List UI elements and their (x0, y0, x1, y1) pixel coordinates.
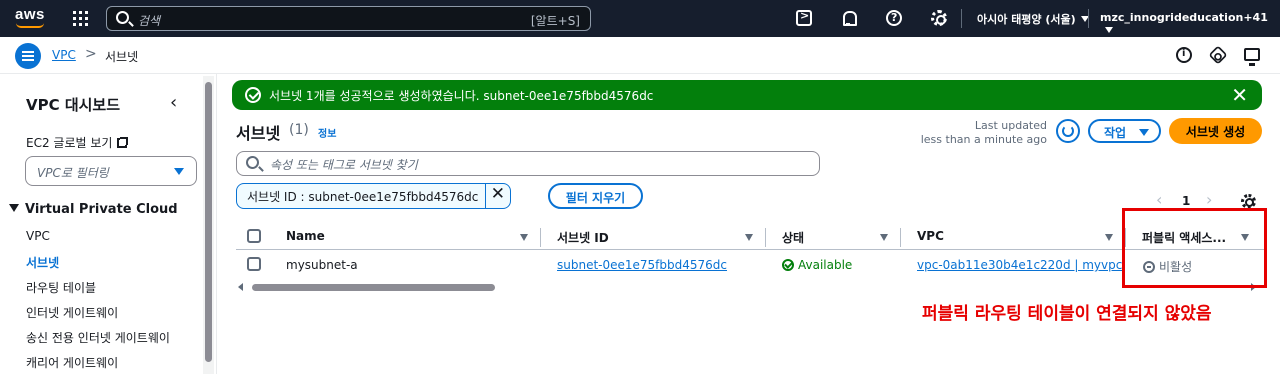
page-title: 서브넷 (236, 124, 281, 143)
annotation-highlight-box (1122, 208, 1267, 288)
success-check-icon (245, 87, 261, 103)
subnet-search-placeholder: 속성 또는 태그로 서브넷 찾기 (270, 158, 418, 172)
nav-divider (961, 9, 962, 28)
sidebar-item-subnets[interactable]: 서브넷 (26, 254, 59, 271)
sidebar-item-route-tables[interactable]: 라우팅 테이블 (26, 279, 96, 296)
column-header-name[interactable]: Name (286, 229, 325, 243)
last-updated-value: less than a minute ago (920, 133, 1047, 146)
actions-label: 작업 (1104, 126, 1127, 140)
services-grid-icon[interactable] (73, 11, 88, 26)
create-subnet-button[interactable]: 서브넷 생성 (1169, 118, 1262, 144)
menu-hamburger-icon[interactable] (15, 43, 41, 69)
last-updated: Last updated less than a minute ago (900, 119, 1047, 147)
annotation-text: 퍼블릭 라우팅 테이블이 연결되지 않았음 (922, 304, 1212, 324)
current-page[interactable]: 1 (1182, 194, 1190, 208)
search-placeholder: 검색 (138, 14, 161, 28)
vpc-filter-select[interactable]: VPC로 필터링 (25, 156, 197, 186)
actions-button[interactable]: 작업 (1088, 119, 1161, 143)
sidebar-collapse-icon[interactable]: ‹ (170, 92, 177, 113)
sidebar-item-egress-only-igw[interactable]: 송신 전용 인터넷 게이트웨이 (26, 329, 170, 346)
row-select-checkbox[interactable] (247, 257, 261, 271)
sidebar-item-vpc[interactable]: VPC (26, 229, 50, 243)
breadcrumb-separator: > (85, 46, 97, 62)
aws-logo-text: aws (15, 6, 45, 23)
info-panel-icon[interactable] (1176, 47, 1192, 63)
search-shortcut: [알트+S] (530, 14, 580, 28)
cell-vpc-link[interactable]: vpc-0ab11e30b4e1c220d | myvpc (917, 258, 1122, 272)
cell-name: mysubnet-a (286, 258, 358, 272)
notifications-bell-icon[interactable] (840, 10, 857, 26)
notifications-panel-icon[interactable] (1208, 45, 1228, 65)
column-header-subnet-id[interactable]: 서브넷 ID (557, 229, 609, 246)
ec2-global-view-link[interactable]: EC2 글로벌 보기 (26, 134, 129, 151)
refresh-button[interactable] (1056, 119, 1080, 143)
table-preferences-gear-icon[interactable] (1241, 194, 1256, 209)
sidebar-section-vpc[interactable]: Virtual Private Cloud (9, 202, 178, 217)
search-icon (246, 156, 259, 169)
table-header: Name 서브넷 ID 상태 VPC 퍼블릭 액세스... (236, 224, 1266, 250)
sidebar-item-internet-gateways[interactable]: 인터넷 게이트웨이 (26, 304, 118, 321)
search-icon (116, 11, 129, 24)
flash-close-icon[interactable]: ✕ (1231, 83, 1248, 107)
nav-divider (1088, 9, 1089, 28)
sidebar-section-label: Virtual Private Cloud (25, 202, 178, 217)
info-link[interactable]: 정보 (318, 125, 336, 140)
vpc-filter-placeholder: VPC로 필터링 (37, 166, 109, 180)
breadcrumb-bar: VPC > 서브넷 (0, 37, 1280, 74)
global-search-input[interactable]: 검색 [알트+S] (106, 6, 591, 31)
flash-message: 서브넷 1개를 성공적으로 생성하였습니다. subnet-0ee1e75fbb… (269, 89, 654, 103)
chevron-down-icon (1139, 129, 1149, 136)
settings-gear-icon[interactable] (931, 10, 947, 26)
section-expand-icon (9, 204, 19, 212)
cell-subnet-id-link[interactable]: subnet-0ee1e75fbbd4576dc (557, 258, 727, 272)
region-selector[interactable]: 아시아 태평양 (서울) (977, 11, 1089, 27)
help-icon[interactable] (886, 10, 902, 26)
subnet-search-input[interactable]: 속성 또는 태그로 서브넷 찾기 (236, 151, 820, 176)
aws-smile-icon (16, 23, 44, 28)
scroll-left-icon[interactable] (238, 283, 243, 291)
account-menu[interactable]: mzc_innogrideducation+41 (1100, 11, 1280, 37)
sort-icon[interactable] (745, 234, 753, 241)
subnet-count: (1) (289, 122, 309, 138)
column-header-vpc[interactable]: VPC (917, 229, 944, 243)
filter-token: 서브넷 ID : subnet-0ee1e75fbbd4576dc ✕ (236, 183, 511, 209)
column-divider[interactable] (900, 228, 901, 247)
cell-state: Available (782, 258, 852, 272)
table-horizontal-scrollbar[interactable] (252, 284, 495, 291)
last-updated-label: Last updated (974, 119, 1047, 132)
sort-icon[interactable] (520, 234, 528, 241)
chevron-down-icon (174, 168, 184, 175)
breadcrumb-current: 서브넷 (105, 50, 139, 64)
column-divider[interactable] (765, 228, 766, 247)
top-navigation: aws 검색 [알트+S] 아시아 태평양 (서울) mzc_innogride… (0, 0, 1280, 37)
filter-token-label: 서브넷 ID : subnet-0ee1e75fbbd4576dc (237, 184, 486, 208)
column-header-state[interactable]: 상태 (782, 229, 804, 246)
clear-filters-button[interactable]: 필터 지우기 (548, 183, 643, 209)
sort-icon[interactable] (1105, 234, 1113, 241)
sidebar-title[interactable]: VPC 대시보드 (26, 94, 120, 115)
sidebar-scrollbar[interactable] (205, 82, 212, 362)
chevron-down-icon (1105, 27, 1113, 33)
aws-logo[interactable]: aws (14, 6, 48, 30)
select-all-checkbox[interactable] (247, 229, 261, 243)
ec2-global-view-label: EC2 글로벌 보기 (26, 136, 113, 150)
available-status-icon (782, 259, 794, 271)
cloudshell-icon[interactable] (796, 9, 812, 26)
external-link-icon (117, 137, 129, 148)
remove-filter-icon[interactable]: ✕ (491, 184, 505, 204)
cell-state-label: Available (798, 258, 853, 272)
prev-page-icon[interactable]: ‹ (1156, 190, 1162, 209)
success-flash: 서브넷 1개를 성공적으로 생성하였습니다. subnet-0ee1e75fbb… (232, 80, 1262, 110)
next-page-icon[interactable]: › (1206, 190, 1212, 209)
display-settings-icon[interactable] (1244, 48, 1260, 66)
account-label: mzc_innogrideducation+41 (1100, 11, 1268, 24)
sidebar: VPC 대시보드 ‹ EC2 글로벌 보기 VPC로 필터링 Virtual P… (0, 74, 217, 374)
sort-icon[interactable] (880, 234, 888, 241)
column-divider[interactable] (540, 228, 541, 247)
region-label: 아시아 태평양 (서울) (977, 13, 1076, 26)
breadcrumb-vpc-link[interactable]: VPC (52, 48, 76, 62)
sidebar-item-carrier-gateways[interactable]: 캐리어 게이트웨이 (26, 354, 118, 371)
